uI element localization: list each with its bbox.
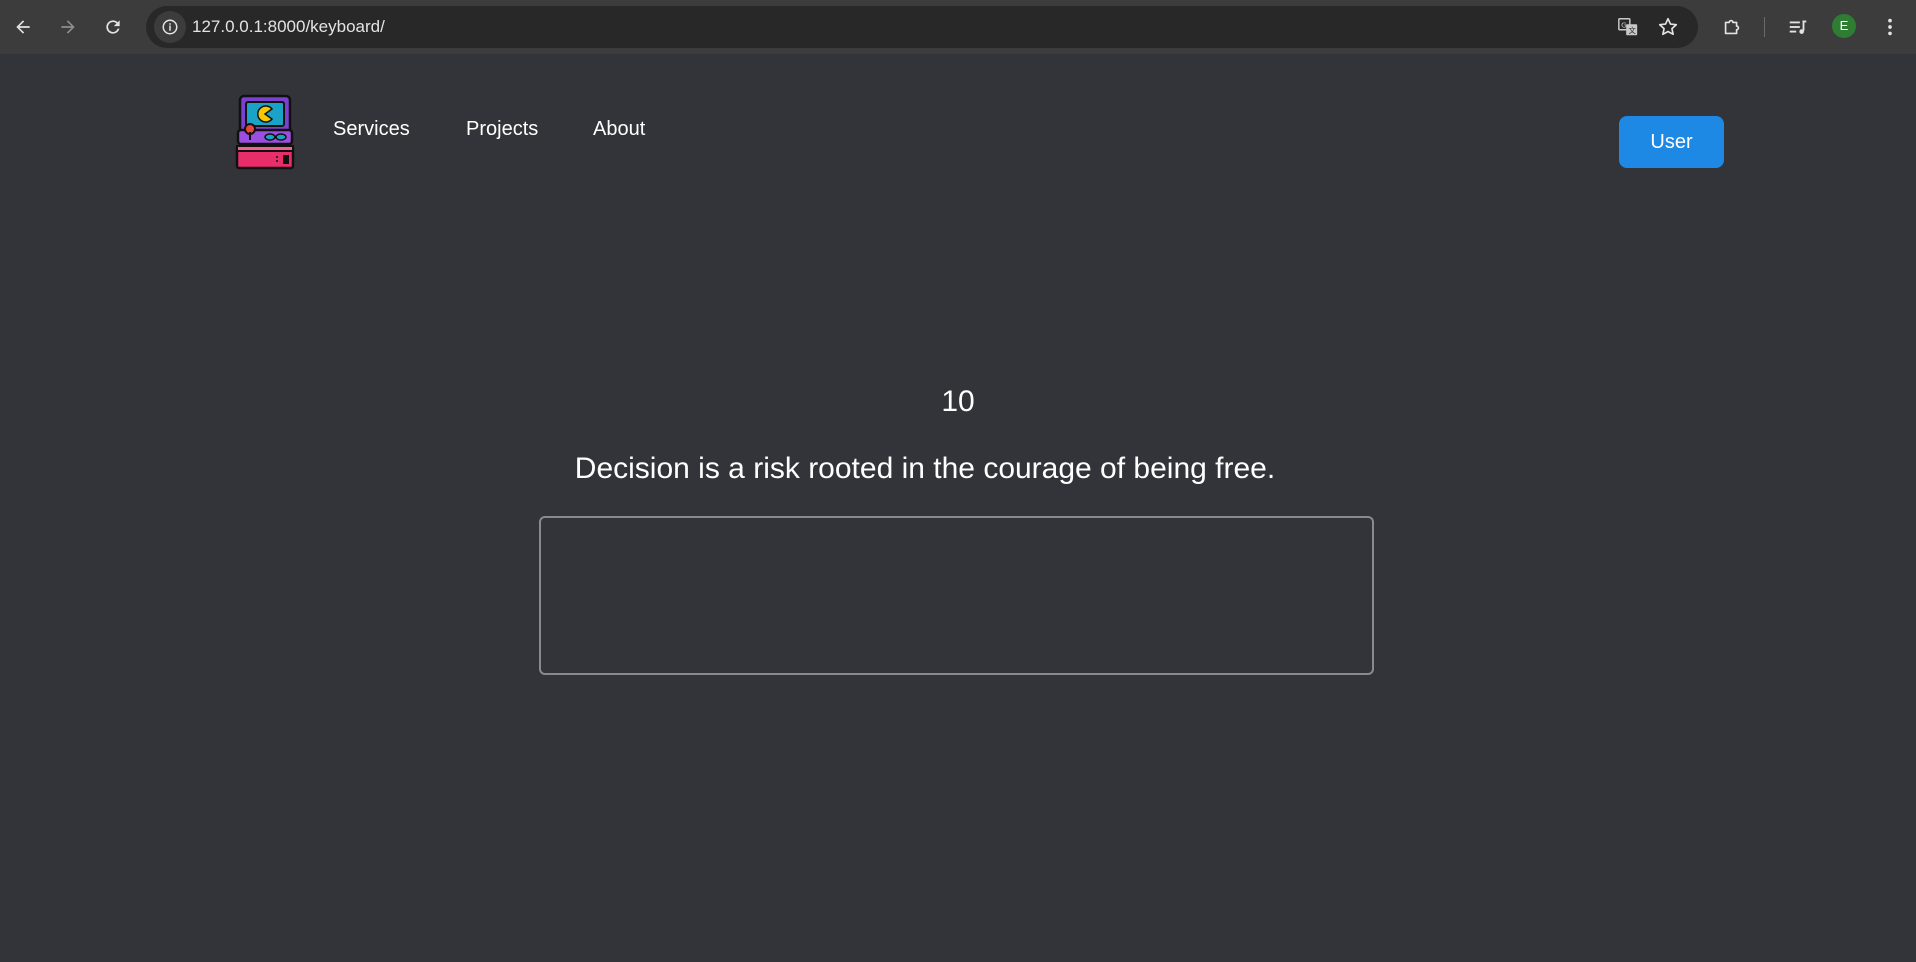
nav-link-services[interactable]: Services [333, 118, 410, 141]
media-queue-icon [1789, 20, 1807, 34]
toolbar-divider [1764, 17, 1765, 37]
site-info-button[interactable] [154, 11, 186, 43]
address-bar[interactable]: 127.0.0.1:8000/keyboard/ G 文 [146, 6, 1698, 48]
user-button[interactable]: User [1619, 116, 1724, 168]
arcade-machine-logo[interactable] [234, 94, 296, 170]
kebab-menu-icon [1888, 18, 1892, 36]
info-icon [162, 19, 178, 35]
star-icon [1658, 17, 1678, 36]
arrow-right-icon [61, 20, 75, 34]
browser-toolbar: 127.0.0.1:8000/keyboard/ G 文 E [0, 0, 1916, 54]
translate-button[interactable]: G 文 [1615, 14, 1641, 40]
svg-text:文: 文 [1628, 26, 1636, 35]
url-text[interactable]: 127.0.0.1:8000/keyboard/ [192, 6, 385, 48]
extensions-button[interactable] [1718, 13, 1746, 41]
translate-icon: G 文 [1618, 18, 1638, 36]
forward-button[interactable] [52, 11, 84, 43]
puzzle-icon [1724, 19, 1740, 35]
browser-menu-button[interactable] [1876, 13, 1904, 41]
back-button[interactable] [7, 11, 39, 43]
nav-link-projects[interactable]: Projects [466, 118, 538, 141]
nav-link-about[interactable]: About [593, 118, 645, 141]
reload-icon [106, 20, 120, 34]
quote-text: Decision is a risk rooted in the courage… [574, 452, 1276, 485]
page-content: Services Projects About User 10 Decision… [0, 54, 1916, 962]
arrow-left-icon [16, 20, 30, 34]
reload-button[interactable] [97, 11, 129, 43]
arcade-logo-icon [235, 94, 295, 170]
typing-input[interactable] [539, 516, 1374, 675]
word-counter: 10 [941, 385, 975, 418]
svg-text:G: G [1621, 20, 1627, 29]
bookmark-button[interactable] [1655, 14, 1681, 40]
profile-avatar[interactable]: E [1832, 14, 1856, 38]
media-control-button[interactable] [1784, 13, 1812, 41]
